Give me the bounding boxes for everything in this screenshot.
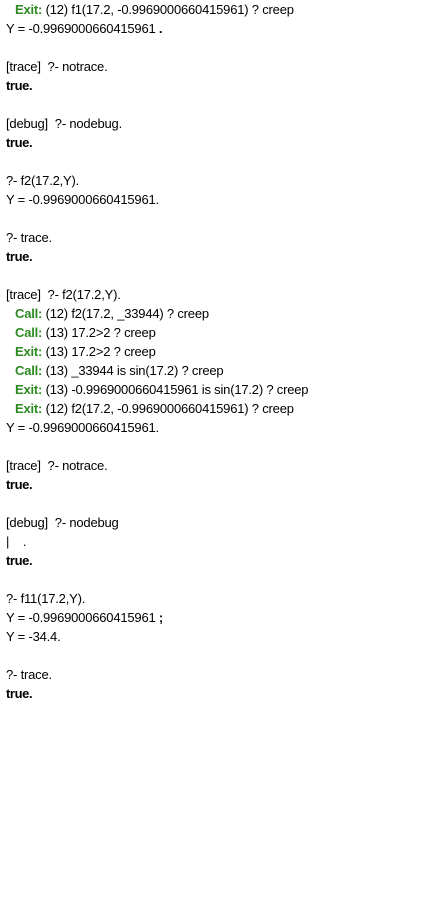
call-port-label: Call: [15,306,43,321]
query-text: [trace] ?- notrace. [6,458,108,473]
query-line: ?- f11(17.2,Y). [6,589,441,608]
query-line: ?- f2(17.2,Y). [6,171,441,190]
query-text: ?- f11(17.2,Y). [6,591,86,606]
answer-terminator: ; [158,610,164,625]
true-result: true [6,135,29,150]
answer-text: Y = -0.9969000660415961 [6,21,159,36]
answer-line: Y = -0.9969000660415961 . [6,19,441,38]
answer-line: Y = -34.4. [6,627,441,646]
trace-text: (12) f2(17.2, -0.9969000660415961) ? cre… [42,401,294,416]
call-port-label: Call: [15,325,43,340]
result-line: true. [6,684,441,703]
query-line: ?- trace. [6,228,441,247]
result-terminator: . [28,135,33,150]
answer-text: Y = -0.9969000660415961 [6,610,159,625]
trace-text: (12) f1(17.2, -0.9969000660415961) ? cre… [42,2,294,17]
query-text: ?- trace. [6,230,52,245]
result-terminator: . [28,249,33,264]
result-line: true. [6,551,441,570]
trace-call-line: Call: (13) _33944 is sin(17.2) ? creep [6,361,441,380]
exit-port-label: Exit: [15,344,43,359]
query-line: [debug] ?- nodebug [6,513,441,532]
result-terminator: . [28,553,33,568]
answer-line: Y = -0.9969000660415961 ; [6,608,441,627]
query-line: [debug] ?- nodebug. [6,114,441,133]
trace-text: (12) f2(17.2, _33944) ? creep [42,306,210,321]
result-terminator: . [28,78,33,93]
answer-line: Y = -0.9969000660415961. [6,190,441,209]
query-text: [trace] ?- notrace. [6,59,108,74]
call-port-label: Call: [15,363,43,378]
exit-port-label: Exit: [15,2,43,17]
exit-port-label: Exit: [15,401,43,416]
query-line: [trace] ?- notrace. [6,456,441,475]
result-terminator: . [28,686,33,701]
trace-text: (13) 17.2>2 ? creep [42,325,156,340]
query-text: ?- trace. [6,667,52,682]
query-line: [trace] ?- f2(17.2,Y). [6,285,441,304]
query-text: ?- f2(17.2,Y). [6,173,80,188]
trace-call-line: Call: (12) f2(17.2, _33944) ? creep [6,304,441,323]
trace-call-line: Call: (13) 17.2>2 ? creep [6,323,441,342]
result-line: true. [6,76,441,95]
true-result: true [6,78,29,93]
true-result: true [6,249,29,264]
query-text: [debug] ?- nodebug [6,515,119,530]
true-result: true [6,686,29,701]
trace-text: (13) -0.9969000660415961 is sin(17.2) ? … [42,382,309,397]
trace-text: (13) _33944 is sin(17.2) ? creep [42,363,224,378]
answer-text: Y = -34.4. [6,629,61,644]
trace-exit-line: Exit: (13) -0.9969000660415961 is sin(17… [6,380,441,399]
trace-exit-line: Exit: (12) f2(17.2, -0.9969000660415961)… [6,399,441,418]
console-output[interactable]: Exit: (12) f1(17.2, -0.9969000660415961)… [0,0,447,916]
answer-text: Y = -0.9969000660415961. [6,192,159,207]
trace-text: (13) 17.2>2 ? creep [42,344,156,359]
result-terminator: . [28,477,33,492]
exit-port-label: Exit: [15,382,43,397]
query-line: ?- trace. [6,665,441,684]
continuation-prompt-line: | . [6,532,441,551]
result-line: true. [6,475,441,494]
answer-terminator: . [158,21,163,36]
continuation-prompt: | . [6,534,27,549]
trace-exit-line: Exit: (13) 17.2>2 ? creep [6,342,441,361]
result-line: true. [6,247,441,266]
query-text: [debug] ?- nodebug. [6,116,122,131]
answer-line: Y = -0.9969000660415961. [6,418,441,437]
query-text: [trace] ?- f2(17.2,Y). [6,287,121,302]
true-result: true [6,477,29,492]
result-line: true. [6,133,441,152]
trace-exit-line: Exit: (12) f1(17.2, -0.9969000660415961)… [6,0,441,19]
query-line: [trace] ?- notrace. [6,57,441,76]
answer-text: Y = -0.9969000660415961. [6,420,159,435]
true-result: true [6,553,29,568]
